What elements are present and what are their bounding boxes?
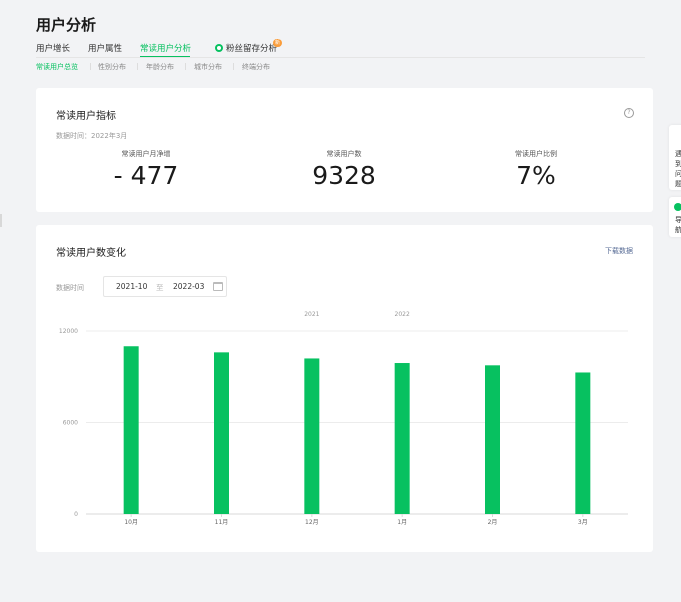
x-tick-label: 11月	[215, 519, 229, 526]
bar	[304, 358, 320, 514]
x-tick-label: 3月	[578, 519, 588, 526]
metric-label: 常读用户月净增	[121, 150, 171, 158]
float-char: 问	[675, 170, 681, 178]
help-float-panel[interactable]: 遇 到 问 题	[669, 125, 681, 190]
bar	[214, 352, 229, 514]
trend-card: 常读用户数变化 下载数据 数据时间 2021-10 至 2022-03 0 600…	[36, 225, 653, 552]
float-char: 遇	[675, 150, 681, 158]
bar	[485, 365, 500, 514]
subtab-separator	[233, 63, 234, 70]
metric-value: 7%	[516, 161, 556, 190]
float-char: 导	[675, 216, 681, 224]
page-title: 用户分析	[36, 16, 97, 34]
year-label: 2021	[304, 311, 319, 318]
subtab-separator	[137, 63, 138, 70]
subtab-overview[interactable]: 常读用户总览	[36, 62, 78, 72]
tab-user-attributes[interactable]: 用户属性	[88, 42, 122, 54]
data-time: 数据时间：2022年3月	[56, 132, 128, 140]
subtab-city[interactable]: 城市分布	[194, 62, 222, 72]
help-icon[interactable]: ?	[624, 108, 634, 118]
subtab-gender[interactable]: 性别分布	[98, 62, 126, 72]
left-edge-handle	[0, 214, 2, 227]
check-circle-icon	[674, 203, 681, 211]
x-tick-label: 2月	[488, 519, 498, 526]
x-tick-label: 1月	[397, 519, 407, 526]
metric-value: - 477	[113, 161, 179, 190]
y-tick-label: 12000	[59, 328, 78, 335]
tab-fan-retention-label: 粉丝留存分析	[226, 44, 278, 54]
bar	[575, 372, 591, 514]
reader-count-chart: 0 6000 12000 10月 11月 12月 1月 2月 3月 2021 2022	[59, 311, 628, 526]
y-tick-label: 6000	[63, 420, 78, 427]
x-tick-label: 12月	[305, 519, 319, 526]
metric-label: 常读用户比例	[515, 150, 557, 158]
subtab-separator	[185, 63, 186, 70]
float-char: 航	[675, 226, 681, 234]
metric-value: 9328	[312, 161, 376, 190]
subtab-separator	[90, 63, 91, 70]
metric-reader-ratio: 常读用户比例 7%	[456, 149, 616, 189]
subtab-age[interactable]: 年龄分布	[146, 62, 174, 72]
metrics-card-title: 常读用户指标	[56, 111, 116, 122]
year-label: 2022	[395, 311, 410, 318]
bar	[394, 363, 410, 514]
y-tick-label: 0	[74, 511, 78, 518]
float-char: 到	[675, 160, 681, 168]
new-badge: 新	[273, 39, 283, 47]
subtab-device[interactable]: 终端分布	[242, 62, 270, 72]
tab-frequent-readers[interactable]: 常读用户分析	[140, 42, 191, 54]
metric-net-growth: 常读用户月净增 - 477	[66, 149, 226, 189]
metric-reader-count: 常读用户数 9328	[264, 149, 424, 189]
bar	[123, 346, 139, 514]
metrics-card: 常读用户指标 ? 数据时间：2022年3月 常读用户月净增 - 477 常读用户…	[36, 88, 653, 212]
green-circle-icon	[215, 43, 223, 52]
metric-label: 常读用户数	[326, 150, 362, 158]
tab-fan-retention[interactable]: 粉丝留存分析	[215, 42, 277, 54]
x-tick-label: 10月	[124, 519, 138, 526]
float-char: 题	[675, 180, 681, 188]
nav-float-panel[interactable]: 导 航	[669, 197, 681, 237]
header-divider	[36, 57, 645, 58]
tab-user-growth[interactable]: 用户增长	[36, 42, 70, 54]
